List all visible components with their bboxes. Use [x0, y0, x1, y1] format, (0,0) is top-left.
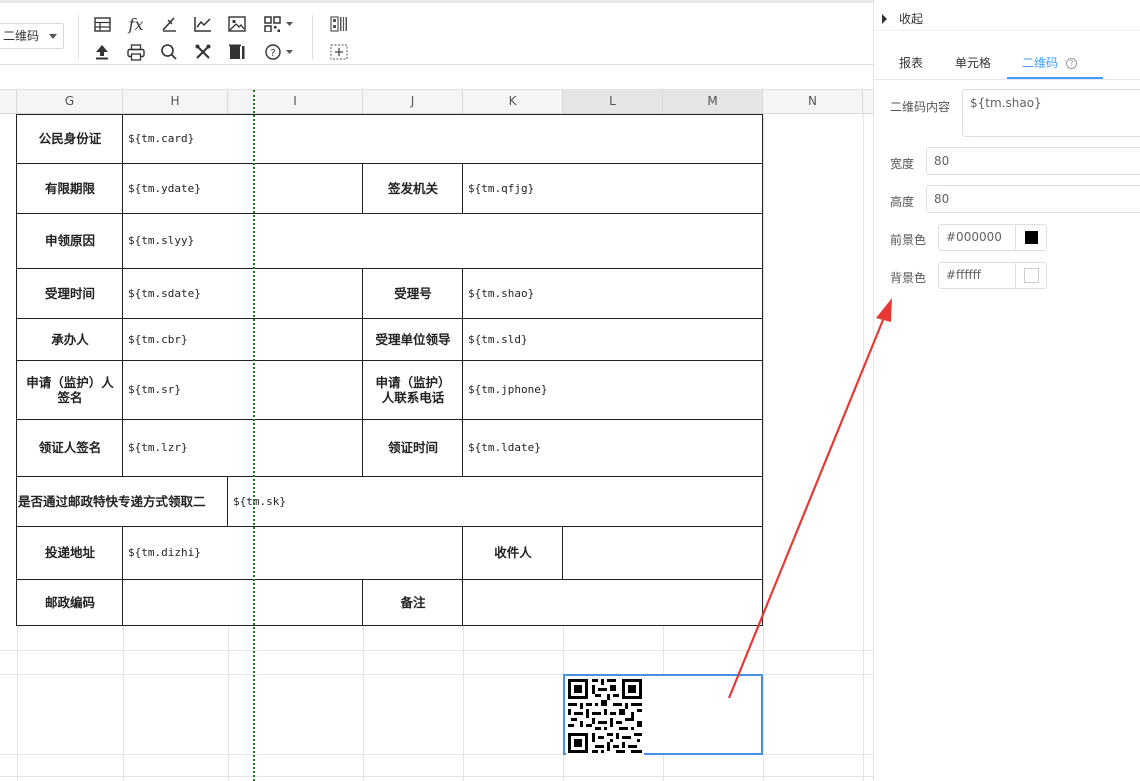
cell-unit-leader[interactable]: ${tm.sld}	[463, 318, 763, 360]
label-accept-number: 受理号	[394, 285, 432, 301]
element-type-select[interactable]: 二维码	[0, 23, 64, 49]
cell-remark[interactable]	[463, 579, 763, 626]
label-delivery-address: 投递地址	[44, 545, 95, 560]
label-unit-leader: 受理单位领导	[375, 331, 451, 347]
line-chart-icon[interactable]	[192, 13, 214, 35]
print-icon[interactable]	[125, 41, 147, 63]
label-receiver-signature: 领证人签名	[38, 440, 102, 455]
cell-applicant-phone[interactable]: ${tm.jphone}	[463, 360, 763, 419]
label-applicant-phone: 申请（监护） 人联系电话	[375, 374, 451, 405]
cell-apply-reason[interactable]: ${tm.slyy}	[123, 213, 763, 268]
toolbar: 二维码 fx ?	[0, 0, 873, 64]
color-swatch-white	[1023, 268, 1039, 283]
tab-qrcode[interactable]: 二维码 ?	[1022, 54, 1077, 71]
cell-validity[interactable]: ${tm.ydate}	[123, 163, 363, 213]
column-header-h[interactable]: H	[123, 90, 228, 113]
width-label: 宽度	[890, 157, 915, 171]
label-handler: 承办人	[51, 331, 89, 347]
column-header-n[interactable]: N	[763, 90, 863, 113]
selected-qrcode-cell[interactable]	[563, 674, 763, 755]
cell-id-card[interactable]: ${tm.card}	[123, 114, 763, 163]
foreground-color-label: 前景色	[890, 233, 927, 247]
label-validity: 有限期限	[44, 180, 95, 196]
collapse-toggle[interactable]: 收起	[882, 10, 923, 27]
brush-icon[interactable]	[158, 13, 180, 35]
merge-icon[interactable]	[328, 41, 350, 63]
label-postcode: 邮政编码	[44, 595, 95, 610]
search-icon[interactable]	[158, 41, 180, 63]
column-header: G H I J K L M N	[0, 90, 873, 114]
foreground-color-swatch[interactable]	[1015, 224, 1047, 251]
column-header-m[interactable]: M	[663, 90, 763, 113]
cell-express-delivery[interactable]: ${tm.sk}	[228, 476, 763, 526]
cell-postcode[interactable]	[123, 579, 363, 626]
tab-cell[interactable]: 单元格	[955, 54, 991, 71]
background-color-input[interactable]: #ffffff	[938, 262, 1016, 289]
label-issuing-authority: 签发机关	[387, 180, 438, 196]
tab-report[interactable]: 报表	[899, 54, 923, 71]
qr-content-label: 二维码内容	[890, 100, 951, 114]
label-recipient: 收件人	[494, 545, 532, 560]
label-applicant-signature: 申请（监护）人 签名	[26, 374, 114, 405]
cell-receiver-signature[interactable]: ${tm.lzr}	[123, 419, 363, 476]
qr-barcode-icon[interactable]	[328, 13, 350, 35]
background-color-label: 背景色	[890, 271, 927, 285]
foreground-color-input[interactable]: #000000	[938, 224, 1016, 251]
label-remark: 备注	[400, 595, 426, 610]
cell-issuing-authority[interactable]: ${tm.qfjg}	[463, 163, 763, 213]
cell-applicant-signature[interactable]: ${tm.sr}	[123, 360, 363, 419]
label-express-delivery: 是否通过邮政特快专递方式领取二	[18, 493, 206, 509]
help-icon[interactable]: ?	[262, 41, 296, 63]
spreadsheet-grid[interactable]: 公民身份证 ${tm.card} 有限期限 ${tm.ydate} 签发机关 $…	[0, 114, 873, 781]
question-icon[interactable]: ?	[1065, 58, 1077, 69]
image-icon[interactable]	[226, 13, 248, 35]
column-header-j[interactable]: J	[363, 90, 463, 113]
tab-qrcode-label: 二维码	[1022, 56, 1059, 70]
background-color-swatch[interactable]	[1015, 262, 1047, 289]
cell-accept-number[interactable]: ${tm.shao}	[463, 268, 763, 318]
chevron-down-icon	[49, 34, 57, 39]
page-break-line	[253, 90, 255, 781]
height-label: 高度	[890, 195, 915, 209]
upload-icon[interactable]	[91, 41, 113, 63]
height-input[interactable]: 80	[926, 185, 1140, 213]
label-accept-time: 受理时间	[44, 285, 95, 301]
color-swatch-black	[1024, 231, 1038, 244]
svg-text:?: ?	[270, 48, 275, 59]
cell-handler[interactable]: ${tm.cbr}	[123, 318, 363, 360]
qr-content-input[interactable]: ${tm.shao}	[962, 89, 1140, 137]
collapse-label: 收起	[899, 12, 924, 26]
column-header-i[interactable]: I	[228, 90, 363, 113]
delete-icon[interactable]	[226, 41, 248, 63]
cell-delivery-address[interactable]: ${tm.dizhi}	[123, 526, 463, 579]
label-apply-reason: 申领原因	[44, 233, 95, 248]
table-icon[interactable]	[91, 13, 113, 35]
label-receive-time: 领证时间	[387, 440, 438, 455]
toolbar-divider	[78, 15, 79, 59]
cell-receive-time[interactable]: ${tm.ldate}	[463, 419, 763, 476]
toolbar-divider	[312, 15, 313, 59]
active-tab-indicator	[1007, 77, 1103, 79]
column-header-k[interactable]: K	[463, 90, 563, 113]
column-header-l[interactable]: L	[563, 90, 663, 113]
width-input[interactable]: 80	[926, 147, 1140, 175]
formula-icon[interactable]: fx	[125, 13, 147, 35]
cell-recipient[interactable]	[563, 526, 763, 579]
column-header-g[interactable]: G	[17, 90, 123, 113]
element-type-select-value: 二维码	[3, 29, 40, 43]
caret-right-icon	[882, 13, 887, 24]
label-id-card: 公民身份证	[38, 131, 102, 146]
tools-icon[interactable]	[192, 41, 214, 63]
column-header-cell	[0, 90, 17, 113]
qrcode-image	[566, 677, 644, 755]
properties-panel: 收起 报表 单元格 二维码 ? 二维码内容 ${tm.shao} 宽度 80 高…	[873, 0, 1140, 781]
formula-bar[interactable]	[0, 64, 873, 90]
cell-accept-time[interactable]: ${tm.sdate}	[123, 268, 363, 318]
qrcode-icon[interactable]	[262, 13, 296, 35]
